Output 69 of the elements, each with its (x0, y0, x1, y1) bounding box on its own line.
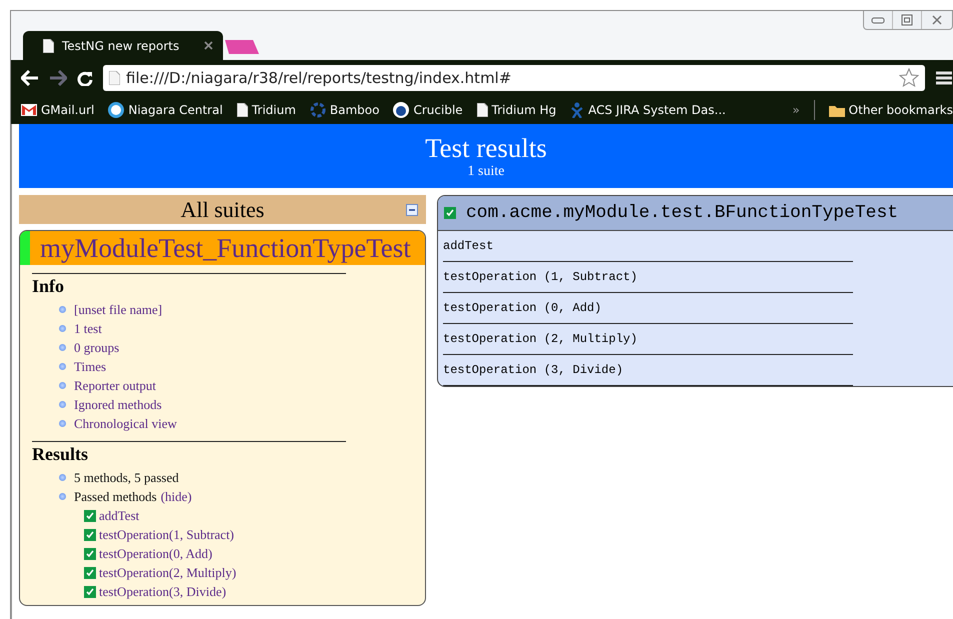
info-link[interactable]: 0 groups (74, 340, 120, 356)
ring-icon (310, 102, 326, 118)
bullet-icon (59, 401, 66, 408)
bullet-icon (59, 363, 66, 370)
method-link[interactable]: testOperation(3, Divide) (99, 584, 226, 600)
bookmark[interactable]: Bamboo (310, 102, 380, 118)
minimize-icon (871, 16, 885, 24)
page-icon (236, 103, 248, 117)
suites-title: All suites (180, 196, 264, 222)
method-link[interactable]: addTest (99, 508, 140, 524)
mail-icon (21, 104, 37, 116)
page-icon (476, 103, 488, 117)
circle-logo-icon (108, 102, 124, 118)
figure-icon (570, 102, 584, 118)
reload-icon[interactable] (77, 70, 93, 86)
method-row: testOperation (1, Subtract) (443, 262, 853, 293)
bookmark[interactable]: Crucible (393, 102, 463, 118)
method-link[interactable]: testOperation(1, Subtract) (99, 526, 234, 542)
page-title: Test results (425, 132, 547, 164)
section-heading: Info (32, 276, 66, 297)
info-link[interactable]: Chronological view (74, 416, 177, 432)
method-row: addTest (443, 231, 853, 262)
page-icon (43, 38, 54, 52)
info-link[interactable]: Times (74, 358, 106, 374)
bookmark[interactable]: Other bookmarks (828, 103, 953, 117)
info-link[interactable]: Reporter output (74, 378, 156, 394)
bullet-icon (59, 344, 66, 351)
browser-tab[interactable]: TestNG new reports (23, 31, 223, 60)
bullet-icon (59, 325, 66, 332)
page-icon (109, 71, 120, 85)
info-link[interactable]: [unset file name] (74, 302, 162, 318)
star-icon[interactable] (899, 68, 919, 88)
bullet-icon (59, 382, 66, 389)
bookmark[interactable]: Tridium (236, 103, 296, 117)
bullet-icon (59, 493, 66, 500)
forward-icon[interactable] (49, 70, 67, 86)
folder-icon (828, 104, 845, 116)
maximize-icon (901, 14, 913, 26)
bullet-icon (59, 306, 66, 313)
summary-text: 5 methods, 5 passed (74, 470, 179, 486)
passed-label: Passed methods (74, 488, 157, 504)
suite-title[interactable]: myModuleTest_FunctionTypeTest (20, 231, 425, 265)
method-link[interactable]: testOperation(2, Multiply) (99, 564, 236, 580)
bullet-icon (59, 420, 66, 427)
back-icon[interactable] (21, 70, 39, 86)
method-link[interactable]: testOperation(0, Add) (99, 546, 212, 562)
class-name: com.acme.myModule.test.BFunctionTypeTest (466, 203, 898, 223)
menu-icon[interactable] (935, 69, 953, 87)
info-link[interactable]: 1 test (74, 320, 102, 336)
bookmark[interactable]: Niagara Central (108, 102, 223, 118)
method-row: testOperation (2, Multiply) (443, 324, 853, 355)
method-row: testOperation (0, Add) (443, 293, 853, 324)
info-link[interactable]: Ignored methods (74, 396, 162, 412)
bullet-icon (59, 474, 66, 481)
close-icon (931, 14, 943, 26)
tab-title: TestNG new reports (62, 38, 180, 52)
hide-link[interactable]: (hide) (160, 488, 192, 504)
close-icon[interactable] (204, 41, 213, 50)
address-bar[interactable]: file:///D:/niagara/r38/rel/reports/testng/index.html# (103, 65, 925, 91)
collapse-icon[interactable] (406, 204, 418, 216)
bookmark[interactable]: ACS JIRA System Das... (570, 102, 726, 118)
bookmark[interactable]: GMail.url (21, 103, 94, 117)
new-tab-button[interactable] (225, 40, 259, 54)
method-row: testOperation (3, Divide) (443, 355, 853, 386)
page-subtitle: 1 suite (468, 164, 504, 180)
eye-icon (393, 102, 410, 118)
bookmark[interactable]: Tridium Hg (476, 103, 556, 117)
section-heading: Results (32, 444, 90, 465)
more-bookmarks-button[interactable]: » (792, 103, 800, 117)
